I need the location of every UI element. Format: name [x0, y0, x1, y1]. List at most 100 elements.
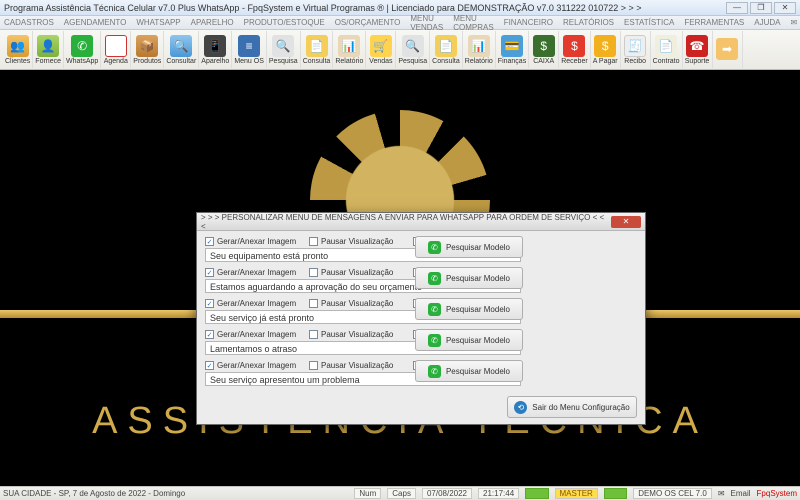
- pesquisar-modelo-button[interactable]: ✆Pesquisar Modelo: [415, 267, 523, 289]
- status-date: 07/08/2022: [422, 488, 472, 499]
- finanças-icon: 💳: [501, 35, 523, 57]
- caixa-icon: $: [533, 35, 555, 57]
- pausar-visualizacao-checkbox[interactable]: Pausar Visualização: [309, 237, 409, 246]
- toolbar-clientes-button[interactable]: 👥Clientes: [3, 31, 33, 68]
- dialog-titlebar[interactable]: > > > PERSONALIZAR MENU DE MENSAGENS A E…: [197, 213, 645, 231]
- gerar-imagem-checkbox[interactable]: Gerar/Anexar Imagem: [205, 268, 305, 277]
- gerar-imagem-checkbox[interactable]: Gerar/Anexar Imagem: [205, 361, 305, 370]
- menu-agendamento[interactable]: AGENDAMENTO: [64, 18, 127, 27]
- toolbar-relatório-button[interactable]: 📊Relatório: [463, 31, 496, 68]
- toolbar-label: Produtos: [133, 58, 161, 65]
- toolbar-caixa-button[interactable]: $CAIXA: [529, 31, 559, 68]
- agenda-icon: 23: [105, 35, 127, 57]
- dialog-close-button[interactable]: ✕: [611, 216, 641, 228]
- toolbar-label: Receber: [561, 58, 587, 65]
- gerar-imagem-checkbox[interactable]: Gerar/Anexar Imagem: [205, 299, 305, 308]
- consulta-icon: 📄: [435, 35, 457, 57]
- menu-os-orcamento[interactable]: OS/ORÇAMENTO: [335, 18, 401, 27]
- window-minimize-button[interactable]: —: [726, 2, 748, 14]
- pausar-visualizacao-checkbox[interactable]: Pausar Visualização: [309, 361, 409, 370]
- toolbar-vendas-button[interactable]: 🛒Vendas: [366, 31, 396, 68]
- dialog-title: > > > PERSONALIZAR MENU DE MENSAGENS A E…: [201, 213, 611, 231]
- vendas-icon: 🛒: [370, 35, 392, 57]
- pausar-visualizacao-checkbox[interactable]: Pausar Visualização: [309, 330, 409, 339]
- toolbar-suporte-button[interactable]: ☎Suporte: [683, 31, 713, 68]
- relatório-icon: 📊: [468, 35, 490, 57]
- consultar-icon: 🔍: [170, 35, 192, 57]
- toolbar-label: Menu OS: [234, 58, 264, 65]
- pausar-visualizacao-checkbox[interactable]: Pausar Visualização: [309, 299, 409, 308]
- whatsapp-icon: ✆: [428, 303, 441, 316]
- toolbar-label: Suporte: [685, 58, 710, 65]
- window-close-button[interactable]: ✕: [774, 2, 796, 14]
- gerar-imagem-checkbox[interactable]: Gerar/Anexar Imagem: [205, 237, 305, 246]
- toolbar-recibo-button[interactable]: 🧾Recibo: [621, 31, 651, 68]
- whatsapp-icon: ✆: [71, 35, 93, 57]
- toolbar-exit-button[interactable]: ➡: [713, 31, 743, 68]
- envelope-icon: ✉: [718, 489, 725, 498]
- sair-configuracao-button[interactable]: ⟲Sair do Menu Configuração: [507, 396, 637, 418]
- suporte-icon: ☎: [686, 35, 708, 57]
- toolbar-relatório-button[interactable]: 📊Relatório: [333, 31, 366, 68]
- toolbar-consulta-button[interactable]: 📄Consulta: [301, 31, 334, 68]
- menu-ferramentas[interactable]: FERRAMENTAS: [684, 18, 744, 27]
- menu-estatistica[interactable]: ESTATÍSTICA: [624, 18, 674, 27]
- gerar-imagem-checkbox[interactable]: Gerar/Anexar Imagem: [205, 330, 305, 339]
- toolbar-label: Vendas: [369, 58, 392, 65]
- toolbar-label: Consulta: [432, 58, 460, 65]
- aparelho-icon: 📱: [204, 35, 226, 57]
- menu-relatorios[interactable]: RELATÓRIOS: [563, 18, 614, 27]
- pesquisar-modelo-button[interactable]: ✆Pesquisar Modelo: [415, 360, 523, 382]
- status-brand[interactable]: FpqSystem: [757, 489, 797, 498]
- toolbar-pesquisa-button[interactable]: 🔍Pesquisa: [396, 31, 430, 68]
- main-toolbar: 👥Clientes👤Fornece✆WhatsApp23Agenda📦Produ…: [0, 30, 800, 70]
- toolbar-label: Pesquisa: [398, 58, 427, 65]
- whatsapp-messages-dialog: > > > PERSONALIZAR MENU DE MENSAGENS A E…: [196, 212, 646, 425]
- pesquisar-modelo-button[interactable]: ✆Pesquisar Modelo: [415, 329, 523, 351]
- menu-aparelho[interactable]: APARELHO: [191, 18, 234, 27]
- toolbar-label: WhatsApp: [66, 58, 98, 65]
- toolbar-label: Consulta: [303, 58, 331, 65]
- toolbar-receber-button[interactable]: $Receber: [559, 31, 590, 68]
- status-location-date: SUA CIDADE - SP, 7 de Agosto de 2022 - D…: [3, 489, 185, 498]
- toolbar-whatsapp-button[interactable]: ✆WhatsApp: [64, 31, 101, 68]
- window-maximize-button[interactable]: ❐: [750, 2, 772, 14]
- menu-financeiro[interactable]: FINANCEIRO: [504, 18, 553, 27]
- toolbar-contrato-button[interactable]: 📄Contrato: [651, 31, 683, 68]
- window-title: Programa Assistência Técnica Celular v7.…: [4, 3, 726, 13]
- status-email[interactable]: Email: [731, 489, 751, 498]
- toolbar-label: Clientes: [5, 58, 30, 65]
- exit-icon: ➡: [716, 38, 738, 60]
- status-progress2: [604, 488, 627, 499]
- toolbar-label: A Pagar: [593, 58, 618, 65]
- message-row: Gerar/Anexar ImagemPausar VisualizaçãoEd…: [205, 330, 637, 355]
- toolbar-produtos-button[interactable]: 📦Produtos: [131, 31, 164, 68]
- relatório-icon: 📊: [338, 35, 360, 57]
- toolbar-finanças-button[interactable]: 💳Finanças: [496, 31, 529, 68]
- menu os-icon: ≡: [238, 35, 260, 57]
- pesquisar-modelo-button[interactable]: ✆Pesquisar Modelo: [415, 298, 523, 320]
- toolbar-consultar-button[interactable]: 🔍Consultar: [164, 31, 199, 68]
- pesquisar-modelo-button[interactable]: ✆Pesquisar Modelo: [415, 236, 523, 258]
- toolbar-consulta-button[interactable]: 📄Consulta: [430, 31, 463, 68]
- fornece-icon: 👤: [37, 35, 59, 57]
- menu-whatsapp[interactable]: WHATSAPP: [136, 18, 180, 27]
- toolbar-label: Finanças: [498, 58, 526, 65]
- toolbar-fornece-button[interactable]: 👤Fornece: [33, 31, 64, 68]
- menu-compras[interactable]: MENU COMPRAS: [453, 14, 493, 32]
- toolbar-agenda-button[interactable]: 23Agenda: [101, 31, 131, 68]
- background-canvas: ASSISTÊNCIA TÉCNICA > > > PERSONALIZAR M…: [0, 70, 800, 486]
- contrato-icon: 📄: [655, 35, 677, 57]
- menu-ajuda[interactable]: AJUDA: [754, 18, 780, 27]
- produtos-icon: 📦: [136, 35, 158, 57]
- menu-cadastros[interactable]: CADASTROS: [4, 18, 54, 27]
- toolbar-a pagar-button[interactable]: $A Pagar: [591, 31, 621, 68]
- menu-vendas[interactable]: MENU VENDAS: [410, 14, 443, 32]
- toolbar-menu os-button[interactable]: ≡Menu OS: [232, 31, 267, 68]
- a pagar-icon: $: [594, 35, 616, 57]
- status-time: 21:17:44: [478, 488, 519, 499]
- menu-produto-estoque[interactable]: PRODUTO/ESTOQUE: [244, 18, 325, 27]
- toolbar-aparelho-button[interactable]: 📱Aparelho: [199, 31, 232, 68]
- pausar-visualizacao-checkbox[interactable]: Pausar Visualização: [309, 268, 409, 277]
- toolbar-pesquisa-button[interactable]: 🔍Pesquisa: [267, 31, 301, 68]
